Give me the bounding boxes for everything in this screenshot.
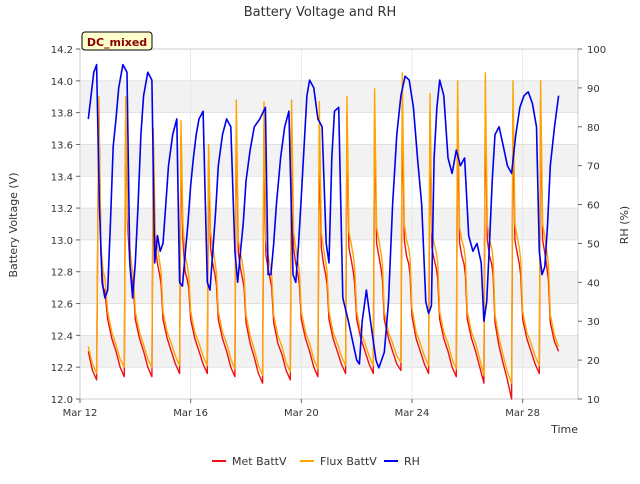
left-tick-label: 13.2	[51, 204, 73, 215]
left-y-axis-label: Battery Voltage (V)	[7, 172, 20, 277]
left-tick-label: 13.6	[51, 140, 73, 151]
right-tick-label: 80	[587, 123, 600, 134]
site-label-text: DC_mixed	[87, 36, 147, 49]
right-tick-label: 90	[587, 84, 600, 95]
left-y-axis: 12.0 12.2 12.4 12.6 12.8 13.0 13.2 13.4 13.6 13.8…	[51, 45, 80, 406]
left-tick-label: 12.4	[51, 331, 73, 342]
site-label-badge: DC_mixed	[81, 31, 153, 51]
grid-band	[80, 367, 578, 399]
left-tick-label: 13.8	[51, 109, 73, 120]
legend-label: Flux BattV	[320, 455, 377, 468]
grid-band	[80, 112, 578, 145]
left-tick-label: 12.6	[51, 300, 73, 311]
left-tick-label: 12.0	[51, 395, 73, 406]
right-tick-label: 100	[587, 45, 606, 56]
right-y-axis: 10 20 30 40 50 60 70 80 90 100	[578, 45, 606, 406]
right-tick-label: 20	[587, 356, 600, 367]
left-tick-label: 14.2	[51, 45, 73, 56]
battery-rh-chart: Battery Voltage and RH 12.012.212.412.61…	[7, 5, 631, 468]
legend-label: Met BattV	[232, 455, 287, 468]
right-tick-label: 30	[587, 317, 600, 328]
x-tick-label: Mar 20	[284, 408, 319, 419]
left-tick-label: 13.0	[51, 236, 73, 247]
x-tick-label: Mar 12	[63, 408, 98, 419]
left-tick-label: 13.4	[51, 172, 73, 183]
right-tick-label: 50	[587, 239, 600, 250]
right-tick-label: 10	[587, 395, 600, 406]
x-tick-label: Mar 24	[395, 408, 430, 419]
grid-band	[80, 49, 578, 81]
right-tick-label: 70	[587, 162, 600, 173]
legend: Met BattV Flux BattV RH	[212, 455, 420, 468]
right-tick-label: 40	[587, 278, 600, 289]
left-tick-label: 12.2	[51, 363, 73, 374]
chart-container: Battery Voltage and RH 12.0 12.2 12.4 12.6 1…	[0, 0, 640, 480]
x-tick-label: Mar 28	[505, 408, 540, 419]
x-tick-label: Mar 16	[173, 408, 208, 419]
left-tick-label: 12.8	[51, 268, 73, 279]
grid-band	[80, 80, 578, 113]
legend-label: RH	[404, 455, 420, 468]
right-y-axis-label: RH (%)	[618, 206, 631, 244]
x-axis: Mar 12 Mar 16 Mar 20 Mar 24 Mar 28	[63, 399, 540, 419]
x-axis-label: Time	[550, 423, 578, 436]
chart-title: Battery Voltage and RH	[244, 5, 397, 20]
left-tick-label: 14.0	[51, 77, 73, 88]
right-tick-label: 60	[587, 201, 600, 212]
